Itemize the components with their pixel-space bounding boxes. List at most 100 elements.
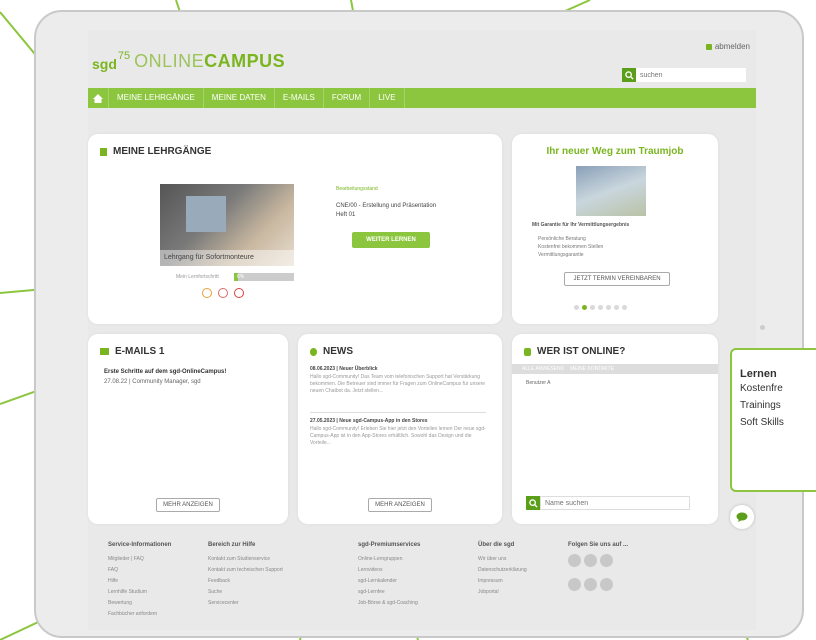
decor-dot	[760, 325, 765, 330]
tablet-frame: sgd 75 ONLINE CAMPUS abmelden MEINE LEHR…	[34, 10, 804, 638]
social-icon[interactable]	[600, 554, 613, 567]
footer-link[interactable]: sgd-Lernkalender	[358, 576, 420, 587]
status-label: Bearbeitungsstand	[336, 186, 378, 192]
nav-home[interactable]	[88, 88, 109, 108]
logout-label: abmelden	[714, 42, 750, 51]
online-tabs: ALLE ANWESEND MEINE KONTAKTE	[512, 364, 718, 374]
progress-label: Mein Lernfortschritt	[176, 274, 219, 280]
nav-item-live[interactable]: LIVE	[370, 88, 405, 108]
online-title: WER IST ONLINE?	[524, 346, 625, 357]
news-2-text: Hallo sgd-Community! Erleben Sie hier je…	[310, 426, 486, 446]
footer-link[interactable]: Mitglieder | FAQ	[108, 554, 171, 565]
online-title-text: WER IST ONLINE?	[537, 346, 626, 357]
carousel-dots[interactable]	[574, 297, 630, 315]
carousel-dot[interactable]	[606, 305, 611, 310]
footer-link[interactable]: Lernhilfe Studium	[108, 587, 171, 598]
carousel-dot[interactable]	[614, 305, 619, 310]
footer-link[interactable]: Job-Börse & sgd-Coaching	[358, 598, 420, 609]
carousel-dot[interactable]	[574, 305, 579, 310]
footer-col-head: Service-Informationen	[108, 542, 172, 548]
footer-link[interactable]: Impressum	[478, 576, 527, 587]
promo-line-2: Trainings	[740, 400, 781, 411]
social-icon[interactable]	[600, 578, 613, 591]
promo-callout[interactable]: Lernen Kostenfre Trainings Soft Skills	[730, 348, 816, 492]
tab-contacts[interactable]: MEINE KONTAKTE	[570, 364, 614, 374]
emails-more-button[interactable]: MEHR ANZEIGEN	[156, 498, 220, 512]
nav-item-lehrgaenge[interactable]: MEINE LEHRGÄNGE	[109, 88, 204, 108]
main-nav: MEINE LEHRGÄNGE MEINE DATEN E-MAILS FORU…	[88, 88, 756, 108]
footer-link[interactable]: Jobportal	[478, 587, 527, 598]
continue-learning-button[interactable]: WEITER LERNEN	[352, 232, 430, 248]
carousel-dot[interactable]	[590, 305, 595, 310]
lehrgaenge-title-text: MEINE LEHRGÄNGE	[113, 146, 212, 157]
footer-link[interactable]: Wir über uns	[478, 554, 527, 565]
news-card: NEWS 08.06.2023 | Neuer Überblick Hallo …	[298, 334, 502, 524]
logo-campus: CAMPUS	[204, 51, 286, 71]
search-input[interactable]	[636, 68, 746, 82]
lehrgaenge-card: MEINE LEHRGÄNGE Lehrgang für Sofortmonte…	[88, 134, 502, 324]
social-icon[interactable]	[584, 578, 597, 591]
footer-link[interactable]: Fachbücher anfordern	[108, 609, 171, 620]
online-card: WER IST ONLINE? ALLE ANWESEND MEINE KONT…	[512, 334, 718, 524]
social-icon[interactable]	[568, 578, 581, 591]
online-user[interactable]: Benutzer A	[526, 380, 550, 387]
mail-icon	[100, 348, 109, 355]
online-search-button[interactable]	[526, 496, 540, 510]
footer-link[interactable]: Datenschutzerklärung	[478, 565, 527, 576]
footer-col-premium: sgd-Premiumservices Online-Lerngruppen L…	[358, 542, 420, 609]
traumjob-bullet-3: Vermittlungsgarantie	[538, 252, 584, 258]
nav-item-daten[interactable]: MEINE DATEN	[204, 88, 275, 108]
carousel-dot[interactable]	[582, 305, 587, 310]
footer-link[interactable]: Bewertung	[108, 598, 171, 609]
online-search-input[interactable]	[540, 496, 690, 510]
footer-link[interactable]: FAQ	[108, 565, 171, 576]
course-sub: Heft 01	[336, 212, 356, 218]
tab-all[interactable]: ALLE ANWESEND	[522, 364, 564, 374]
footer-link[interactable]: Hilfe	[108, 576, 171, 587]
logo-online: ONLINE	[134, 51, 205, 71]
footer-link[interactable]: Suche	[208, 587, 283, 598]
social-icon[interactable]	[568, 554, 581, 567]
emails-title: E-MAILS 1	[100, 346, 164, 357]
email-meta: 27.08.22 | Community Manager, sgd	[104, 379, 201, 385]
footer-link[interactable]: Feedback	[208, 576, 283, 587]
social-row-2	[568, 578, 628, 596]
course-image[interactable]: Lehrgang für Sofortmonteure	[160, 184, 294, 266]
social-row-1	[568, 554, 628, 572]
termin-button[interactable]: JETZT TERMIN VEREINBAREN	[564, 272, 670, 286]
search-icon	[528, 498, 538, 508]
chat-button[interactable]	[730, 505, 754, 529]
footer-col-head: Über die sgd	[478, 542, 515, 548]
news-title: NEWS	[310, 346, 353, 357]
footer-link[interactable]: Servicecenter	[208, 598, 283, 609]
news-2-date[interactable]: 27.05.2023 | Neue sgd-Campus-App in den …	[310, 418, 428, 425]
course-icon-1[interactable]	[202, 288, 212, 298]
course-icon-3[interactable]	[234, 288, 244, 298]
footer-link[interactable]: Kontakt zum technischen Support	[208, 565, 283, 576]
nav-item-forum[interactable]: FORUM	[324, 88, 371, 108]
progress-value: 6%	[237, 274, 245, 280]
carousel-dot[interactable]	[598, 305, 603, 310]
course-image-caption: Lehrgang für Sofortmonteure	[160, 250, 294, 266]
news-1-date[interactable]: 08.06.2023 | Neuer Überblick	[310, 366, 378, 373]
footer-link[interactable]: Lernvideos	[358, 565, 420, 576]
lehrgaenge-title: MEINE LEHRGÄNGE	[100, 146, 211, 157]
emails-card: E-MAILS 1 Erste Schritte auf dem sgd-Onl…	[88, 334, 288, 524]
footer-col-social: Folgen Sie uns auf ...	[568, 542, 628, 596]
promo-line-1: Kostenfre	[740, 383, 783, 394]
footer-link[interactable]: Kontakt zum Studienservice	[208, 554, 283, 565]
footer-link[interactable]: sgd-Lernfee	[358, 587, 420, 598]
social-icon[interactable]	[584, 554, 597, 567]
nav-item-emails[interactable]: E-MAILS	[275, 88, 324, 108]
course-line[interactable]: CNE/00 - Erstellung und Präsentation	[336, 202, 436, 210]
logo-sgd: sgd	[92, 56, 117, 72]
logout-link[interactable]: abmelden	[705, 42, 750, 51]
traumjob-image	[576, 166, 646, 216]
footer-link[interactable]: Online-Lerngruppen	[358, 554, 420, 565]
course-icon-2[interactable]	[218, 288, 228, 298]
email-subject[interactable]: Erste Schritte auf dem sgd-OnlineCampus!	[104, 368, 226, 376]
carousel-dot[interactable]	[622, 305, 627, 310]
news-more-button[interactable]: MEHR ANZEIGEN	[368, 498, 432, 512]
site-logo[interactable]: sgd 75 ONLINE CAMPUS	[92, 50, 285, 72]
search-button[interactable]	[622, 68, 636, 82]
